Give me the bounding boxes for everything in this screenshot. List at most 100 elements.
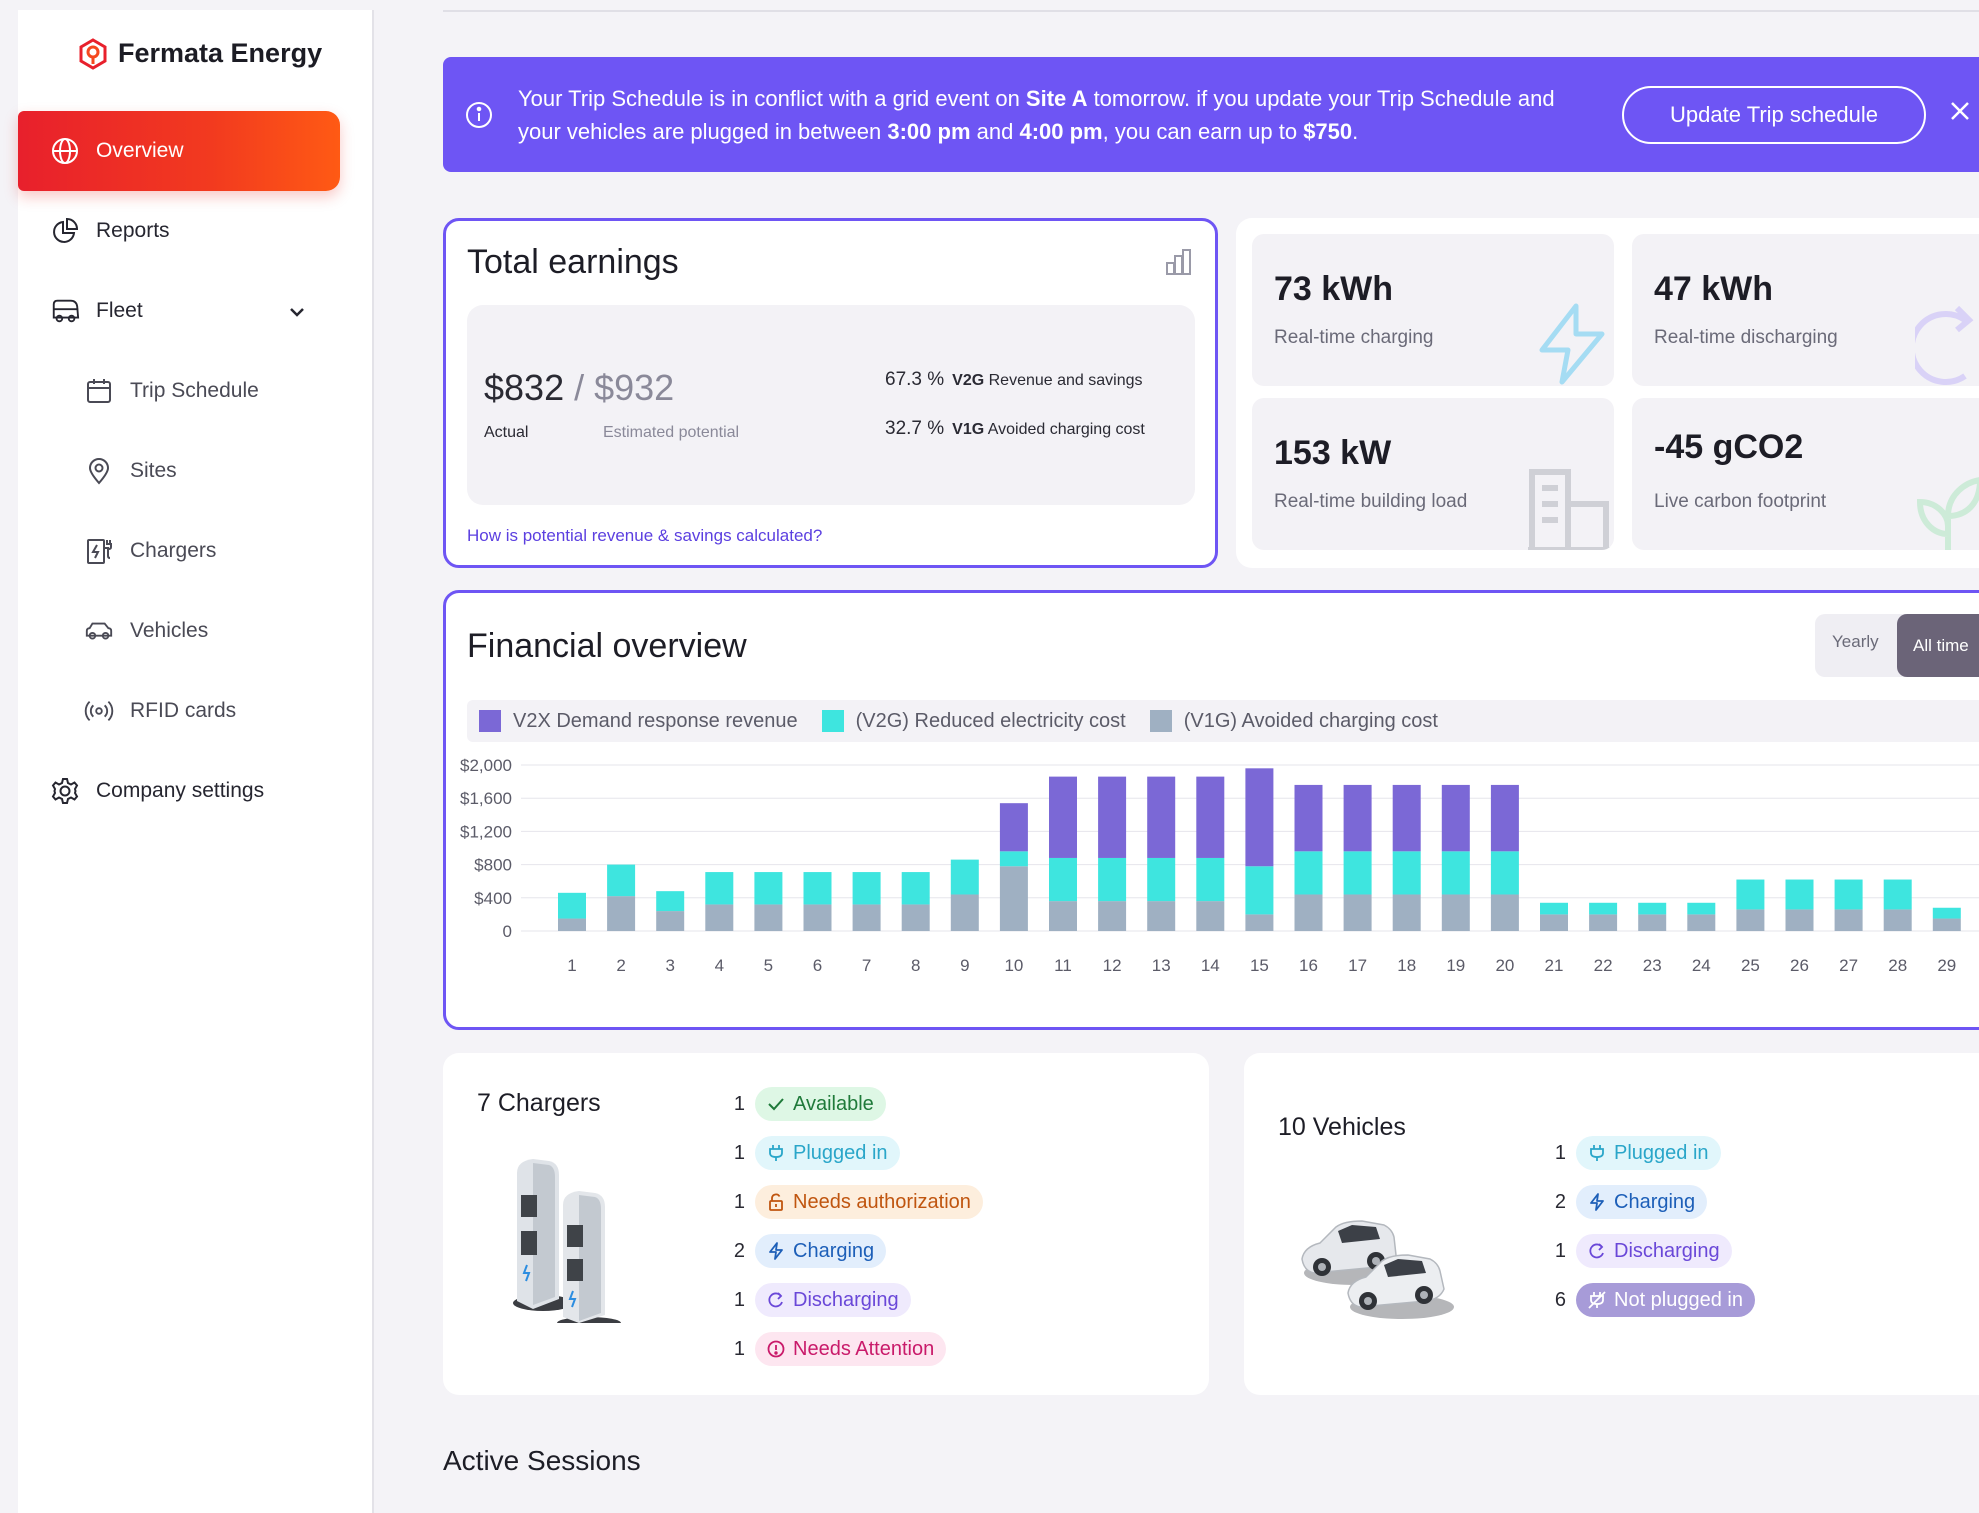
nav-company-settings[interactable]: Company settings bbox=[18, 751, 340, 831]
toggle-yearly[interactable]: Yearly bbox=[1832, 632, 1879, 652]
bar-segment[interactable] bbox=[705, 872, 734, 905]
nav-rfid-cards[interactable]: RFID cards bbox=[18, 671, 340, 751]
bar-segment[interactable] bbox=[607, 864, 636, 897]
bar-segment[interactable] bbox=[607, 896, 636, 931]
bar-segment[interactable] bbox=[656, 891, 685, 912]
bar-segment[interactable] bbox=[1245, 768, 1274, 867]
bar-segment[interactable] bbox=[558, 892, 586, 919]
status-pill[interactable]: Needs authorization bbox=[755, 1185, 983, 1219]
bar-segment[interactable] bbox=[1392, 851, 1421, 895]
bar-segment[interactable] bbox=[1196, 901, 1225, 931]
bar-segment[interactable] bbox=[999, 866, 1028, 931]
bar-chart-icon[interactable] bbox=[1164, 247, 1194, 282]
bar-segment[interactable] bbox=[803, 872, 832, 905]
bar-segment[interactable] bbox=[1785, 909, 1814, 931]
legend-item[interactable]: V2X Demand response revenue bbox=[479, 710, 798, 733]
bar-segment[interactable] bbox=[1147, 901, 1176, 931]
bar-segment[interactable] bbox=[1736, 909, 1765, 931]
legend-swatch bbox=[821, 710, 844, 732]
update-trip-schedule-button[interactable]: Update Trip schedule bbox=[1622, 86, 1926, 144]
bar-segment[interactable] bbox=[1441, 784, 1470, 852]
bar-segment[interactable] bbox=[1540, 902, 1568, 915]
bar-segment[interactable] bbox=[1490, 851, 1519, 895]
bar-segment[interactable] bbox=[999, 851, 1028, 867]
bar-segment[interactable] bbox=[754, 904, 783, 931]
bar-segment[interactable] bbox=[1343, 784, 1372, 852]
nav-vehicles[interactable]: Vehicles bbox=[18, 591, 340, 671]
bar-segment[interactable] bbox=[1392, 784, 1421, 852]
bar-segment[interactable] bbox=[1490, 894, 1519, 931]
bar-segment[interactable] bbox=[1245, 866, 1274, 915]
status-pill[interactable]: Needs Attention bbox=[755, 1332, 947, 1366]
nav-reports[interactable]: Reports bbox=[18, 191, 340, 271]
legend-item[interactable]: (V1G) Avoided charging cost bbox=[1149, 710, 1438, 733]
bar-segment[interactable] bbox=[852, 904, 881, 931]
bar-segment[interactable] bbox=[1932, 918, 1961, 931]
bar-segment[interactable] bbox=[1196, 857, 1225, 902]
status-pill[interactable]: Charging bbox=[1576, 1185, 1708, 1219]
bar-segment[interactable] bbox=[1687, 914, 1716, 931]
brand[interactable]: Fermata Energy bbox=[78, 37, 322, 70]
nav-trip-schedule[interactable]: Trip Schedule bbox=[18, 351, 340, 431]
bar-segment[interactable] bbox=[1883, 909, 1912, 931]
bar-segment[interactable] bbox=[1736, 879, 1765, 910]
bar-segment[interactable] bbox=[901, 904, 930, 931]
bar-segment[interactable] bbox=[1343, 851, 1372, 895]
bar-segment[interactable] bbox=[1098, 901, 1127, 931]
bar-segment[interactable] bbox=[1294, 894, 1323, 931]
bar-segment[interactable] bbox=[1098, 857, 1127, 902]
bar-segment[interactable] bbox=[1638, 914, 1667, 931]
bar-segment[interactable] bbox=[1392, 894, 1421, 931]
nav-sites[interactable]: Sites bbox=[18, 431, 340, 511]
bar-segment[interactable] bbox=[1098, 776, 1127, 858]
nav-overview[interactable]: Overview bbox=[18, 111, 340, 191]
bar-segment[interactable] bbox=[1490, 784, 1519, 852]
bar-segment[interactable] bbox=[1343, 894, 1372, 931]
bar-segment[interactable] bbox=[1638, 902, 1667, 915]
bar-segment[interactable] bbox=[1540, 914, 1568, 931]
bar-segment[interactable] bbox=[1147, 776, 1176, 858]
bar-segment[interactable] bbox=[1589, 902, 1618, 915]
status-pill[interactable]: Charging bbox=[755, 1234, 887, 1268]
bar-segment[interactable] bbox=[1883, 879, 1912, 910]
bar-segment[interactable] bbox=[803, 904, 832, 931]
status-pill[interactable]: Discharging bbox=[1576, 1234, 1732, 1268]
bar-segment[interactable] bbox=[1932, 907, 1961, 919]
status-pill[interactable]: Not plugged in bbox=[1576, 1283, 1755, 1317]
bar-segment[interactable] bbox=[999, 803, 1028, 852]
bar-segment[interactable] bbox=[950, 859, 979, 895]
status-pill[interactable]: Plugged in bbox=[755, 1136, 900, 1170]
bar-segment[interactable] bbox=[1441, 894, 1470, 931]
nav-chargers[interactable]: Chargers bbox=[18, 511, 340, 591]
status-pill[interactable]: Available bbox=[755, 1087, 886, 1121]
bar-segment[interactable] bbox=[1196, 776, 1225, 858]
bar-segment[interactable] bbox=[1589, 914, 1618, 931]
close-icon[interactable] bbox=[1948, 99, 1972, 128]
bar-segment[interactable] bbox=[1834, 909, 1863, 931]
toggle-all-time[interactable]: All time bbox=[1897, 614, 1979, 677]
bar-segment[interactable] bbox=[558, 918, 586, 931]
nav-fleet[interactable]: Fleet bbox=[18, 271, 340, 351]
bar-segment[interactable] bbox=[1687, 902, 1716, 915]
bar-segment[interactable] bbox=[1785, 879, 1814, 910]
bar-segment[interactable] bbox=[1245, 914, 1274, 931]
bar-segment[interactable] bbox=[1147, 857, 1176, 902]
status-pill[interactable]: Discharging bbox=[755, 1283, 911, 1317]
bar-segment[interactable] bbox=[1294, 851, 1323, 895]
bar-segment[interactable] bbox=[1441, 851, 1470, 895]
bar-segment[interactable] bbox=[705, 904, 734, 931]
bar-segment[interactable] bbox=[656, 911, 685, 931]
bar-segment[interactable] bbox=[1834, 879, 1863, 910]
potential-calculation-link[interactable]: How is potential revenue & savings calcu… bbox=[467, 526, 822, 546]
bar-segment[interactable] bbox=[1049, 857, 1077, 902]
bar-segment[interactable] bbox=[754, 872, 783, 905]
bar-segment[interactable] bbox=[1294, 784, 1323, 852]
bar-segment[interactable] bbox=[901, 872, 930, 905]
status-pill[interactable]: Plugged in bbox=[1576, 1136, 1721, 1170]
chevron-down-icon[interactable] bbox=[288, 300, 306, 324]
bar-segment[interactable] bbox=[852, 872, 881, 905]
bar-segment[interactable] bbox=[950, 894, 979, 931]
legend-item[interactable]: (V2G) Reduced electricity cost bbox=[821, 710, 1126, 733]
bar-segment[interactable] bbox=[1049, 776, 1077, 858]
bar-segment[interactable] bbox=[1049, 901, 1077, 931]
